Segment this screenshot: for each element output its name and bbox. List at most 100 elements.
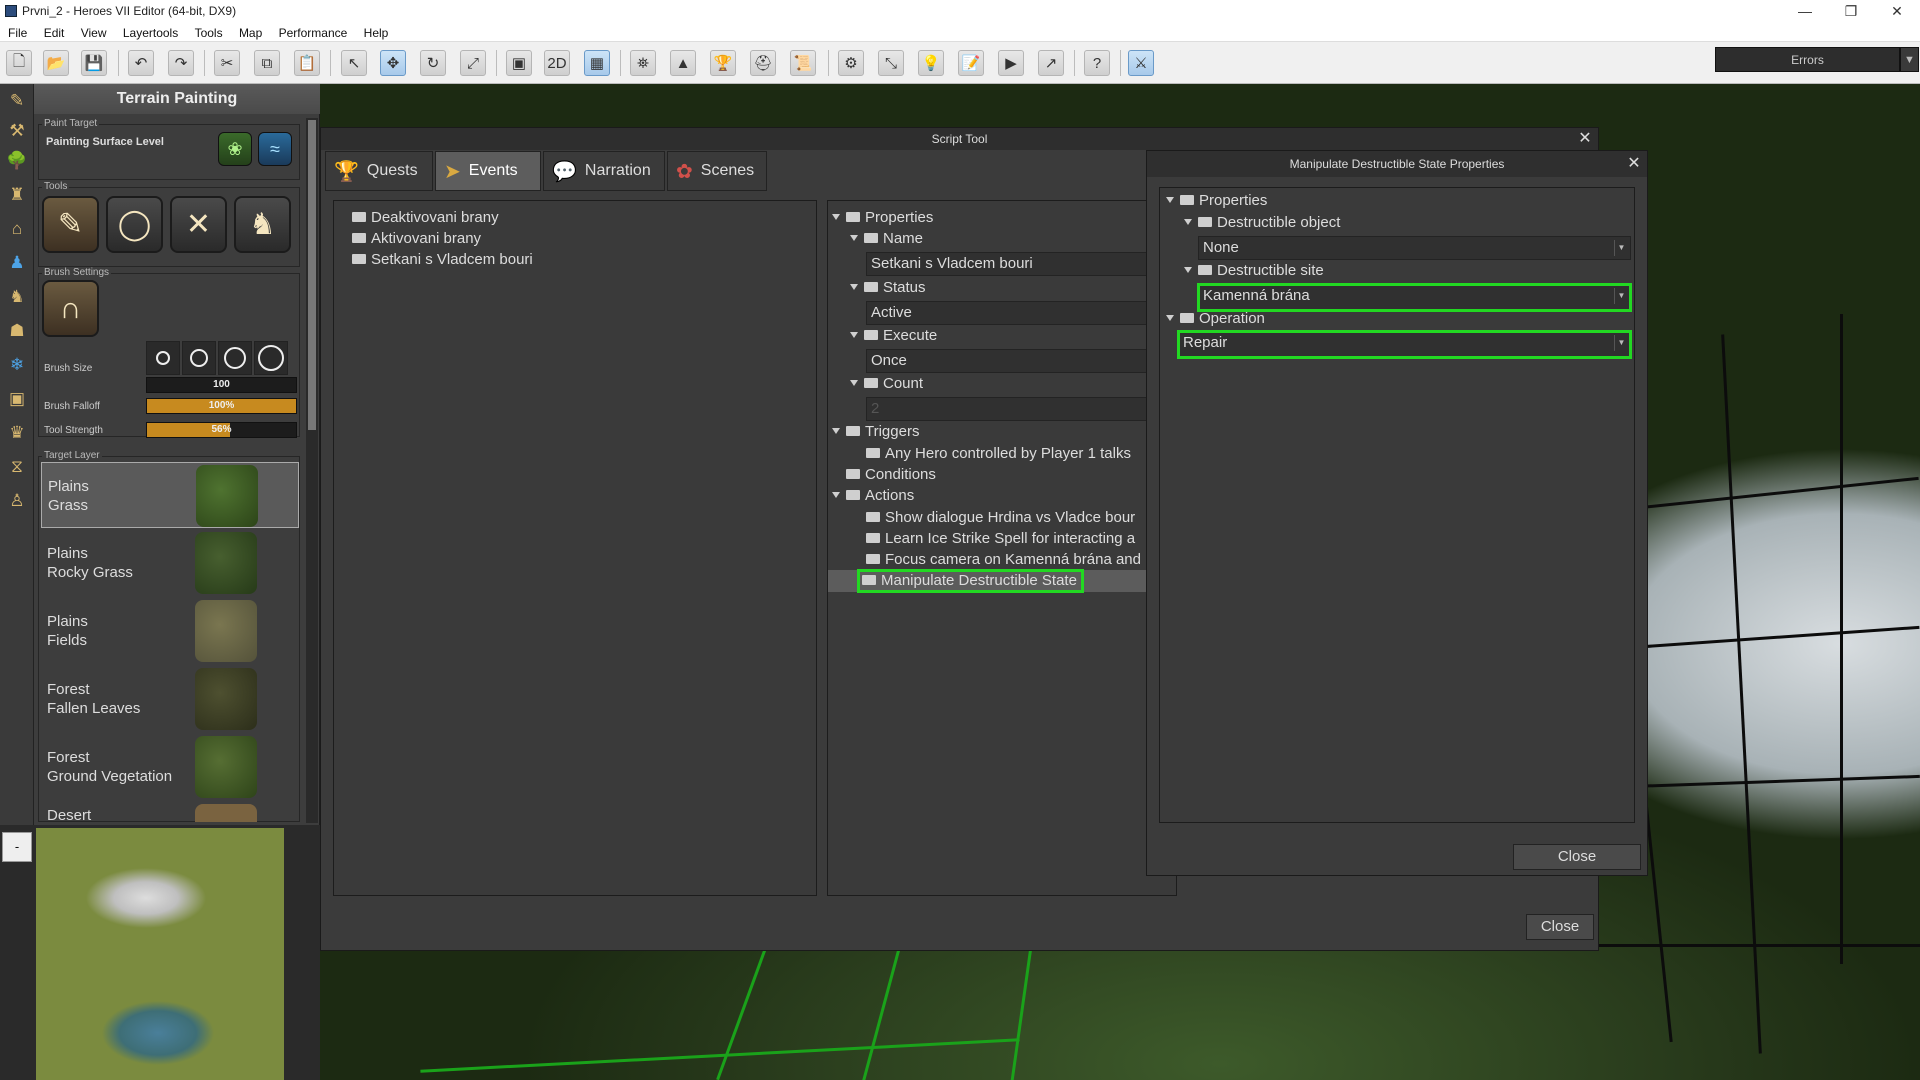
tab-scenes[interactable]: ✿ Scenes xyxy=(667,151,767,191)
tree-node-trigger-item[interactable]: Any Hero controlled by Player 1 talks xyxy=(866,445,1131,462)
gears-icon[interactable]: ⚙ xyxy=(838,50,864,76)
tree-node-actions[interactable]: Actions xyxy=(832,487,914,504)
army-icon[interactable]: ♞ xyxy=(4,284,30,310)
menu-view[interactable]: View xyxy=(73,24,112,40)
list-item[interactable]: Setkani s Vladcem bouri xyxy=(352,251,533,268)
copy-icon[interactable]: ⧉ xyxy=(254,50,280,76)
tree-node-destructible-site[interactable]: Destructible site xyxy=(1184,262,1324,279)
tree-node-action-selected[interactable]: Manipulate Destructible State xyxy=(857,569,1084,593)
figure-icon[interactable]: ♙ xyxy=(4,488,30,514)
rider-tool-icon[interactable]: ♞ xyxy=(234,196,291,253)
tree-node-action[interactable]: Learn Ice Strike Spell for interacting a xyxy=(866,530,1135,547)
script-tool-close-icon[interactable]: ✕ xyxy=(1576,130,1594,148)
grid-icon[interactable]: ▦ xyxy=(584,50,610,76)
tab-events[interactable]: ➤ Events xyxy=(435,151,541,191)
save-icon[interactable]: 💾 xyxy=(81,50,107,76)
layer-item[interactable]: Plains Grass xyxy=(41,462,299,528)
new-file-icon[interactable]: 🗋 xyxy=(6,50,32,76)
layer-item[interactable]: Plains Fields xyxy=(41,598,299,664)
pickaxe-icon[interactable]: ⚒ xyxy=(4,118,30,144)
view-2d-icon[interactable]: 2D xyxy=(544,50,570,76)
operation-dropdown[interactable]: Repair ▼ xyxy=(1177,330,1632,359)
chevron-down-icon[interactable]: ▼ xyxy=(1614,335,1628,351)
tree-node-count[interactable]: Count xyxy=(850,375,923,392)
tree-node-destructible-object[interactable]: Destructible object xyxy=(1184,214,1340,231)
lightbulb-icon[interactable]: 💡 xyxy=(918,50,944,76)
map-scroll-icon[interactable]: 📜 xyxy=(790,50,816,76)
screen-icon[interactable]: ▣ xyxy=(506,50,532,76)
rotate-icon[interactable]: ↻ xyxy=(420,50,446,76)
errors-button[interactable]: Errors xyxy=(1715,47,1900,72)
tree-node-name[interactable]: Name xyxy=(850,230,923,247)
layer-item[interactable]: Plains Rocky Grass xyxy=(41,530,299,596)
tree-node-status[interactable]: Status xyxy=(850,279,926,296)
select-icon[interactable]: ↖ xyxy=(341,50,367,76)
script-icon[interactable]: 📝 xyxy=(958,50,984,76)
leaf-icon[interactable]: ❀ xyxy=(218,132,252,166)
crystal-icon[interactable]: ❄ xyxy=(4,352,30,378)
help-icon[interactable]: ? xyxy=(1084,50,1110,76)
redo-icon[interactable]: ↷ xyxy=(168,50,194,76)
menu-edit[interactable]: Edit xyxy=(36,24,70,40)
menu-map[interactable]: Map xyxy=(231,24,267,40)
horn-icon[interactable]: ⧖ xyxy=(4,454,30,480)
brush-falloff-slider[interactable]: 100% xyxy=(146,398,297,414)
terrain-paint-icon[interactable]: ▲ xyxy=(670,50,696,76)
restore-icon[interactable]: ❐ xyxy=(1828,0,1874,24)
brush-size-xlarge-icon[interactable] xyxy=(254,341,288,375)
unit-icon[interactable]: ♟ xyxy=(4,250,30,276)
scale-icon[interactable]: ⤢ xyxy=(460,50,486,76)
panel-scrollbar-thumb[interactable] xyxy=(308,120,316,430)
minimap-collapse-button[interactable]: - xyxy=(2,832,32,862)
tree-node-action[interactable]: Show dialogue Hrdina vs Vladce bour xyxy=(866,509,1135,526)
tab-narration[interactable]: 💬 Narration xyxy=(543,151,665,191)
destructible-site-dropdown[interactable]: Kamenná brána ▼ xyxy=(1197,283,1632,312)
layer-item[interactable]: Forest Ground Vegetation xyxy=(41,734,299,800)
tool-strength-slider[interactable]: 56% xyxy=(146,422,297,438)
destructible-object-dropdown[interactable]: None ▼ xyxy=(1198,236,1631,260)
script-tool-close-button[interactable]: Close xyxy=(1526,914,1594,940)
name-field[interactable]: Setkani s Vladcem bouri xyxy=(866,252,1176,276)
tree-icon[interactable]: 🌳 xyxy=(4,148,30,174)
layer-item[interactable]: Desert xyxy=(41,802,299,822)
close-icon[interactable]: ✕ xyxy=(1874,0,1920,24)
helmet-icon[interactable]: ⛑ xyxy=(750,50,776,76)
tree-node-execute[interactable]: Execute xyxy=(850,327,937,344)
selection-tool-icon[interactable]: ◯ xyxy=(106,196,163,253)
paint-brush-tool-icon[interactable]: ✎ xyxy=(42,196,99,253)
menu-file[interactable]: File xyxy=(0,24,32,40)
crossed-swords-icon[interactable]: ⚔ xyxy=(1128,50,1154,76)
arrows-icon[interactable]: ⤡ xyxy=(878,50,904,76)
erase-tool-icon[interactable]: ✕ xyxy=(170,196,227,253)
manipulate-close-button[interactable]: Close xyxy=(1513,844,1641,870)
brush-falloff-shape-icon[interactable]: ∩ xyxy=(42,280,99,337)
paste-icon[interactable]: 📋 xyxy=(294,50,320,76)
menu-layertools[interactable]: Layertools xyxy=(115,24,183,40)
menu-help[interactable]: Help xyxy=(356,24,394,40)
castle-icon[interactable]: ♜ xyxy=(4,182,30,208)
open-folder-icon[interactable]: 📂 xyxy=(43,50,69,76)
list-item[interactable]: Deaktivovani brany xyxy=(352,209,499,226)
count-field[interactable]: 2 xyxy=(866,397,1176,421)
water-wave-icon[interactable]: ≈ xyxy=(258,132,292,166)
undo-icon[interactable]: ↶ xyxy=(128,50,154,76)
tree-node-action[interactable]: Focus camera on Kamenná brána and xyxy=(866,551,1141,568)
tab-quests[interactable]: 🏆 Quests xyxy=(325,151,433,191)
layer-item[interactable]: Forest Fallen Leaves xyxy=(41,666,299,732)
execute-dropdown[interactable]: Once xyxy=(866,349,1176,373)
brush-size-large-icon[interactable] xyxy=(218,341,252,375)
tree-node-properties[interactable]: Properties xyxy=(1166,192,1267,209)
export-icon[interactable]: ↗ xyxy=(1038,50,1064,76)
minimap[interactable] xyxy=(36,828,284,1080)
trophy-icon[interactable]: 🏆 xyxy=(710,50,736,76)
status-dropdown[interactable]: Active xyxy=(866,301,1176,325)
tree-node-properties[interactable]: Properties xyxy=(832,209,933,226)
terrain-height-icon[interactable]: ⛯ xyxy=(630,50,656,76)
tree-node-triggers[interactable]: Triggers xyxy=(832,423,919,440)
move-icon[interactable]: ✥ xyxy=(380,50,406,76)
chevron-down-icon[interactable]: ▼ xyxy=(1614,240,1628,256)
list-item[interactable]: Aktivovani brany xyxy=(352,230,481,247)
chest-icon[interactable]: ▣ xyxy=(4,386,30,412)
paint-brush-icon[interactable]: ✎ xyxy=(4,88,30,114)
hero-icon[interactable]: ♛ xyxy=(4,420,30,446)
